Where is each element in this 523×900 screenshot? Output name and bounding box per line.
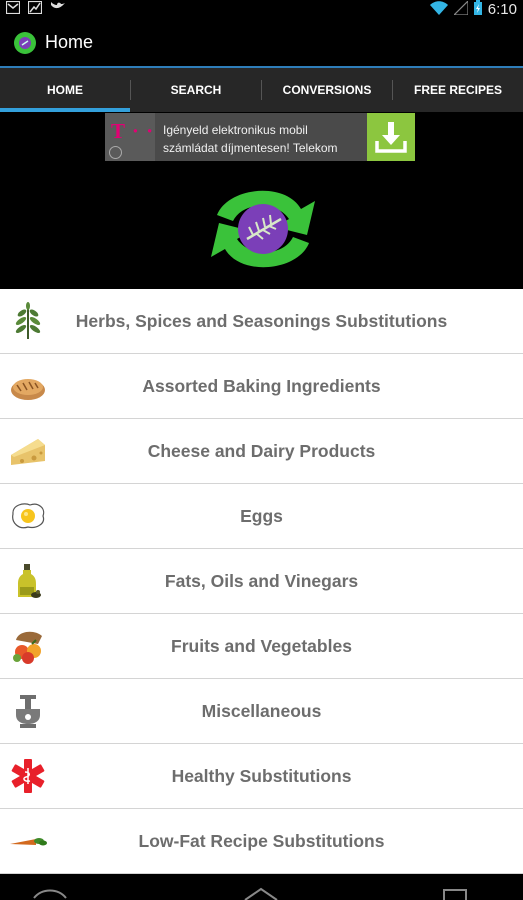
- list-item[interactable]: Miscellaneous: [0, 679, 523, 744]
- list-item[interactable]: Fruits and Vegetables: [0, 614, 523, 679]
- list-item[interactable]: Healthy Substitutions: [0, 744, 523, 809]
- tab-conversions[interactable]: CONVERSIONS: [262, 68, 392, 112]
- advertisement-banner[interactable]: T · · Igényeld elektronikus mobil számlá…: [105, 113, 415, 161]
- ad-text: Igényeld elektronikus mobil számládat dí…: [163, 123, 338, 155]
- download-icon: [375, 122, 407, 153]
- status-bar: 6:10: [0, 0, 523, 18]
- list-item-label: Low-Fat Recipe Substitutions: [138, 830, 385, 851]
- list-item[interactable]: Fats, Oils and Vinegars: [0, 549, 523, 614]
- info-icon: [109, 146, 122, 159]
- list-item[interactable]: Low-Fat Recipe Substitutions: [0, 809, 523, 874]
- app-logo-icon[interactable]: [12, 30, 38, 56]
- list-item[interactable]: Herbs, Spices and Seasonings Substitutio…: [0, 289, 523, 354]
- list-item[interactable]: Assorted Baking Ingredients: [0, 354, 523, 419]
- tab-bar: HOME SEARCH CONVERSIONS FREE RECIPES: [0, 66, 523, 112]
- list-item[interactable]: Eggs: [0, 484, 523, 549]
- tab-free-recipes[interactable]: FREE RECIPES: [393, 68, 523, 112]
- header-banner: T · · Igényeld elektronikus mobil számlá…: [0, 112, 523, 289]
- back-icon[interactable]: [30, 886, 70, 900]
- list-item-label: Fats, Oils and Vinegars: [164, 570, 359, 591]
- action-bar: Home: [0, 18, 523, 66]
- telekom-logo: T · ·: [105, 113, 155, 161]
- recent-apps-icon[interactable]: [440, 886, 470, 900]
- list-item-label: Eggs: [240, 505, 283, 526]
- list-item-label: Herbs, Spices and Seasonings Substitutio…: [75, 310, 448, 331]
- list-item[interactable]: Cheese and Dairy Products: [0, 419, 523, 484]
- page-title: Home: [45, 32, 94, 52]
- stocks-icon: [27, 0, 43, 19]
- list-item-label: Fruits and Vegetables: [171, 635, 352, 656]
- clock: 6:10: [487, 1, 517, 18]
- home-icon[interactable]: [241, 886, 281, 900]
- list-item-label: Healthy Substitutions: [171, 765, 352, 786]
- list-item-label: Assorted Baking Ingredients: [142, 375, 381, 396]
- list-item-label: Miscellaneous: [201, 700, 322, 721]
- tab-search[interactable]: SEARCH: [131, 68, 261, 112]
- battery-icon: [473, 0, 482, 19]
- signal-icon: [452, 0, 469, 19]
- category-list: Herbs, Spices and Seasonings Substitutio…: [0, 289, 523, 874]
- tab-home[interactable]: HOME: [0, 68, 130, 112]
- gmail-icon: [5, 0, 21, 19]
- bird-icon: [50, 1, 66, 19]
- app-logo: [203, 187, 323, 272]
- download-button[interactable]: [367, 113, 415, 161]
- list-item-label: Cheese and Dairy Products: [147, 440, 376, 461]
- navigation-bar: [0, 880, 523, 900]
- wifi-icon: [429, 0, 448, 19]
